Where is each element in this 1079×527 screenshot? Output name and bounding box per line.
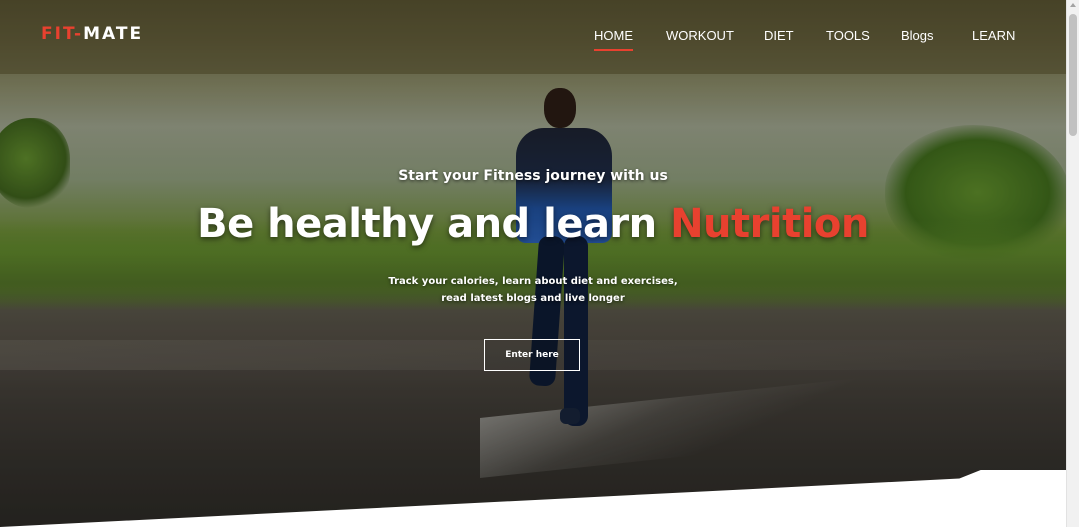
hero-headline: Be healthy and learn Nutrition	[0, 201, 1066, 247]
nav-item-blogs[interactable]: Blogs	[901, 28, 934, 49]
hero-description: Track your calories, learn about diet an…	[0, 273, 1066, 307]
nav-menu: HOME WORKOUT DIET TOOLS Blogs LEARN	[0, 28, 1066, 52]
nav-item-learn[interactable]: LEARN	[972, 28, 1015, 49]
navbar: FIT-MATE HOME WORKOUT DIET TOOLS Blogs L…	[0, 0, 1066, 74]
nav-item-home[interactable]: HOME	[594, 28, 633, 51]
nav-item-workout[interactable]: WORKOUT	[666, 28, 734, 49]
hero-headline-main: Be healthy and learn	[197, 201, 671, 247]
scrollbar-thumb[interactable]	[1069, 14, 1077, 136]
scroll-up-arrow-icon[interactable]	[1070, 3, 1076, 7]
nav-item-diet[interactable]: DIET	[764, 28, 794, 49]
nav-item-tools[interactable]: TOOLS	[826, 28, 870, 49]
hero-tagline: Start your Fitness journey with us	[398, 168, 668, 184]
page: FIT-MATE HOME WORKOUT DIET TOOLS Blogs L…	[0, 0, 1079, 527]
hero-background-image	[0, 0, 1070, 527]
hero-overlay	[0, 0, 1066, 527]
enter-here-button[interactable]: Enter here	[484, 339, 580, 371]
vertical-scrollbar[interactable]	[1066, 0, 1079, 527]
hero-headline-highlight: Nutrition	[670, 201, 869, 247]
hero-description-line-1: Track your calories, learn about diet an…	[388, 276, 678, 287]
hero-description-line-2: read latest blogs and live longer	[441, 293, 625, 304]
